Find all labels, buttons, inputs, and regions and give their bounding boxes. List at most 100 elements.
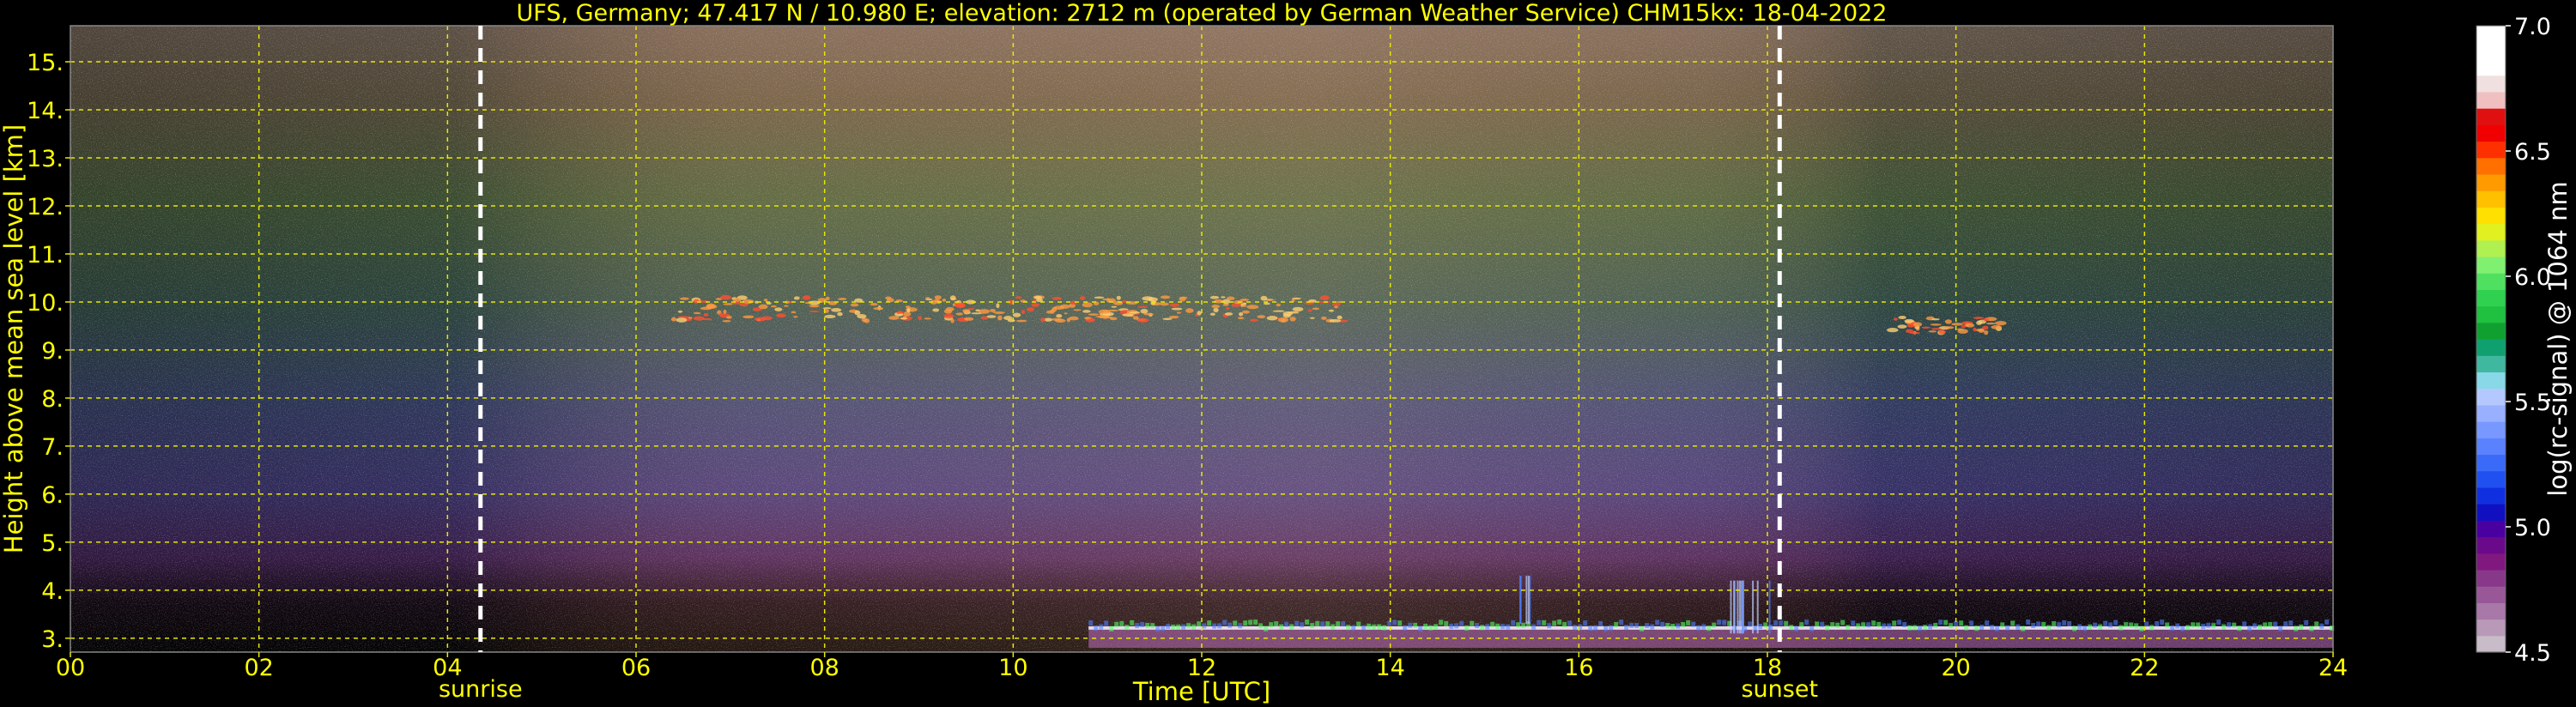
cirrus-speck (1328, 309, 1335, 312)
boundary-layer-column (1387, 620, 1392, 626)
boundary-layer-column (1202, 623, 1207, 629)
boundary-layer-column (1825, 625, 1830, 631)
boundary-layer-column (1949, 623, 1954, 629)
boundary-layer-column (1094, 625, 1099, 631)
boundary-layer-column (2216, 619, 2221, 625)
boundary-layer-column (1423, 623, 1428, 629)
cirrus-speck (857, 313, 867, 319)
cirrus-speck (703, 312, 709, 317)
boundary-layer-column (2046, 625, 2052, 631)
boundary-layer-column (1804, 619, 1809, 625)
cirrus-speck (1291, 299, 1295, 302)
boundary-layer-column (1248, 619, 1253, 625)
boundary-layer-column (1995, 625, 2000, 631)
colorbar-cell (2476, 602, 2506, 620)
boundary-layer-column (1846, 625, 1851, 631)
x-tick-label: 24 (2318, 655, 2348, 681)
cirrus-speck (722, 319, 731, 323)
boundary-layer-column (1325, 621, 1330, 627)
boundary-layer-column (2196, 622, 2201, 628)
cirrus-speck (1094, 296, 1105, 299)
boundary-layer-column (1912, 625, 1918, 631)
cirrus-speck (1116, 295, 1121, 300)
boundary-layer-column (1876, 621, 1882, 627)
boundary-layer-column (1789, 625, 1794, 631)
cirrus-speck (1070, 300, 1077, 305)
boundary-layer-column (1500, 624, 1506, 630)
ceilometer-chart: sunrise sunset 3.4.5.6.7.8.9.10.11.12.13.… (0, 0, 2573, 706)
cirrus-speck (1136, 317, 1149, 323)
cirrus-speck (1059, 304, 1070, 309)
boundary-layer-column (2129, 622, 2134, 628)
cirrus-speck (986, 315, 997, 318)
cirrus-speck (1887, 328, 1899, 333)
cirrus-speck (693, 316, 706, 321)
cirrus-speck (1329, 318, 1342, 323)
cirrus-speck (1007, 319, 1015, 323)
cirrus-speck (1160, 302, 1169, 306)
cirrus-speck (950, 318, 955, 323)
boundary-layer-column (2268, 621, 2273, 627)
cirrus-speck (1930, 328, 1942, 330)
boundary-layer-column (2278, 625, 2283, 631)
boundary-layer-column (2247, 625, 2252, 631)
y-tick-label: 14. (27, 98, 64, 124)
cirrus-speck (1250, 318, 1258, 322)
cirrus-speck (838, 298, 847, 300)
boundary-layer-column (1696, 625, 1701, 631)
y-tick-label: 15. (27, 50, 64, 76)
y-tick-label: 3. (41, 626, 64, 653)
boundary-layer-column (1609, 625, 1614, 631)
boundary-layer-column (1547, 623, 1552, 629)
cirrus-speck (1052, 296, 1062, 300)
cirrus-speck (742, 315, 755, 319)
cirrus-speck (1054, 318, 1066, 323)
cirrus-speck (1069, 316, 1079, 321)
colorbar-cell (2476, 305, 2506, 323)
boundary-layer-column (1557, 619, 1562, 625)
y-tick-label: 11. (27, 242, 64, 269)
cirrus-speck (1140, 309, 1149, 314)
cirrus-speck (864, 318, 870, 323)
boundary-layer-column (1650, 624, 1655, 630)
cirrus-speck (1321, 316, 1327, 320)
boundary-layer-column (1856, 623, 1861, 629)
boundary-layer-column (2324, 619, 2330, 625)
boundary-layer-column (1377, 624, 1382, 630)
cirrus-speck (997, 315, 1003, 321)
boundary-layer-column (1706, 625, 1712, 631)
boundary-layer-column (1222, 619, 1227, 625)
x-tick-label: 08 (809, 655, 839, 681)
cirrus-speck (1213, 307, 1219, 313)
cirrus-speck (925, 297, 930, 299)
boundary-layer-column (1964, 625, 1969, 631)
colorbar-cell (2476, 91, 2506, 109)
cirrus-speck (677, 310, 683, 313)
colorbar-tick-label: 5.0 (2514, 515, 2551, 541)
cirrus-speck (1179, 297, 1186, 302)
boundary-layer-column (1830, 622, 1835, 628)
cirrus-speck (725, 316, 732, 319)
boundary-layer-column (2149, 625, 2155, 631)
boundary-layer-column (2237, 625, 2242, 631)
cirrus-speck (873, 307, 884, 311)
boundary-layer-column (1155, 625, 1161, 631)
cirrus-speck (1336, 315, 1343, 320)
boundary-layer-column (2165, 622, 2170, 628)
boundary-layer-column (1902, 622, 1907, 628)
boundary-layer-column (1336, 621, 1341, 627)
boundary-layer-column (1403, 625, 1408, 631)
cirrus-speck (771, 305, 777, 308)
cirrus-speck (962, 310, 970, 313)
cirrus-speck (1079, 296, 1086, 300)
boundary-layer-column (2093, 622, 2098, 628)
cirrus-speck (1226, 306, 1230, 310)
boundary-layer-column (1918, 625, 1923, 631)
boundary-layer-column (1861, 622, 1866, 628)
colorbar-tick-label: 4.5 (2514, 640, 2551, 667)
cirrus-speck (1197, 311, 1202, 316)
cirrus-speck (1150, 299, 1156, 305)
cirrus-speck (1257, 315, 1266, 319)
cirrus-speck (850, 303, 859, 307)
boundary-layer-column (1315, 620, 1320, 626)
